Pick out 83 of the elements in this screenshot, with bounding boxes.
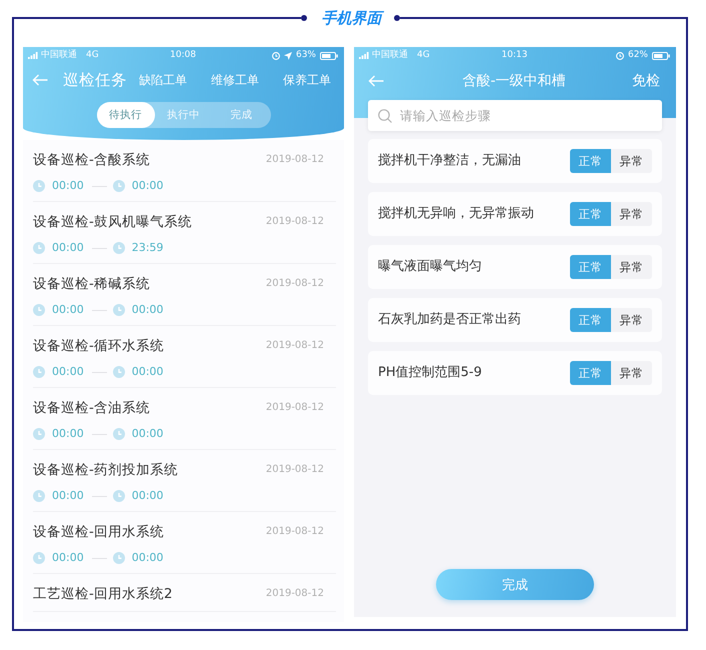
step-label: PH值控制范围5-9 — [378, 365, 482, 381]
status-time: 10:08 — [170, 50, 196, 61]
carrier-name: 中国联通 — [372, 50, 408, 61]
clock-icon — [33, 180, 45, 192]
task-item[interactable]: 设备巡检-含酸系统 2019-08-12 00:00 00:00 — [33, 140, 336, 202]
clock-icon — [33, 304, 45, 316]
end-time: 00:00 — [132, 179, 164, 193]
search-icon — [378, 108, 392, 122]
start-time: 00:00 — [52, 551, 84, 565]
search-input[interactable]: 请输入巡检步骤 — [400, 106, 652, 126]
clock-icon — [112, 428, 125, 440]
end-time: 00:00 — [132, 551, 164, 565]
start-time: 00:00 — [52, 365, 84, 379]
end-time: 00:00 — [132, 427, 164, 441]
back-arrow-icon[interactable] — [32, 74, 48, 86]
task-title: 设备巡检-鼓风机曝气系统 — [33, 213, 192, 231]
status-option[interactable]: 异常 — [611, 361, 652, 385]
task-date: 2019-08-12 — [266, 278, 324, 290]
battery-percent: 62% — [628, 50, 648, 61]
task-date: 2019-08-12 — [266, 402, 324, 414]
status-option[interactable]: 异常 — [611, 308, 652, 332]
status-option[interactable]: 异常 — [611, 149, 652, 173]
search-field[interactable]: 请输入巡检步骤 — [368, 100, 662, 131]
task-date: 2019-08-12 — [266, 464, 324, 476]
clock-icon — [33, 428, 45, 440]
task-date: 2019-08-12 — [266, 526, 324, 538]
status-time: 10:13 — [502, 50, 528, 61]
task-title: 设备巡检-含油系统 — [33, 399, 150, 417]
battery-icon — [320, 52, 338, 60]
step-label: 石灰乳加药是否正常出药 — [378, 312, 521, 328]
clock-icon — [33, 242, 45, 254]
end-time: 00:00 — [132, 303, 164, 317]
status-option[interactable]: 异常 — [611, 255, 652, 279]
task-item[interactable]: 设备巡检-循环水系统 2019-08-12 00:00 00:00 — [33, 326, 336, 388]
clock-icon — [616, 52, 624, 60]
task-title: 设备巡检-药剂投加系统 — [33, 461, 178, 479]
start-time: 00:00 — [52, 241, 84, 255]
task-item[interactable]: 设备巡检-回用水系统 2019-08-12 00:00 00:00 — [33, 512, 336, 574]
task-date: 2019-08-12 — [266, 340, 324, 352]
task-item[interactable]: 工艺巡检-回用水系统2 2019-08-12 — [33, 574, 336, 612]
end-time: 00:00 — [132, 365, 164, 379]
task-item[interactable]: 设备巡检-鼓风机曝气系统 2019-08-12 00:00 23:59 — [33, 202, 336, 264]
clock-icon — [272, 52, 280, 60]
task-item[interactable]: 设备巡检-含油系统 2019-08-12 00:00 00:00 — [33, 388, 336, 450]
task-date: 2019-08-12 — [266, 216, 324, 228]
task-date: 2019-08-12 — [266, 154, 324, 166]
start-time: 00:00 — [52, 489, 84, 503]
screen-title: 含酸-一级中和槽 — [462, 72, 566, 90]
clock-icon — [112, 490, 125, 502]
start-time: 00:00 — [52, 303, 84, 317]
clock-icon — [112, 366, 125, 378]
task-title: 设备巡检-稀碱系统 — [33, 275, 150, 293]
clock-icon — [112, 304, 125, 316]
screen-title: 巡检任务 — [63, 70, 127, 90]
battery-icon — [652, 52, 670, 60]
back-arrow-icon[interactable] — [368, 75, 384, 87]
end-time: 00:00 — [132, 489, 164, 503]
task-title: 设备巡检-循环水系统 — [33, 337, 164, 355]
step-label: 曝气液面曝气均匀 — [378, 259, 482, 275]
status-option[interactable]: 异常 — [611, 202, 652, 226]
clock-icon — [112, 242, 125, 254]
signal-icon — [28, 52, 38, 59]
clock-icon — [33, 490, 45, 502]
start-time: 00:00 — [52, 427, 84, 441]
clock-icon — [33, 552, 45, 564]
step-label: 搅拌机干净整洁，无漏油 — [378, 153, 521, 169]
step-label: 搅拌机无异响，无异常振动 — [378, 206, 534, 222]
carrier-name: 中国联通 — [41, 50, 77, 61]
clock-icon — [112, 180, 125, 192]
task-item[interactable]: 设备巡检-稀碱系统 2019-08-12 00:00 00:00 — [33, 264, 336, 326]
task-title: 工艺巡检-回用水系统2 — [33, 585, 172, 603]
clock-icon — [33, 366, 45, 378]
start-time: 00:00 — [52, 179, 84, 193]
task-date: 2019-08-12 — [266, 588, 324, 600]
clock-icon — [112, 552, 125, 564]
end-time: 23:59 — [132, 241, 164, 255]
battery-percent: 63% — [296, 50, 316, 61]
network-type: 4G — [417, 50, 430, 61]
task-title: 设备巡检-含酸系统 — [33, 151, 150, 169]
task-title: 设备巡检-回用水系统 — [33, 523, 164, 541]
signal-icon — [359, 52, 369, 59]
task-item[interactable]: 设备巡检-药剂投加系统 2019-08-12 00:00 00:00 — [33, 450, 336, 512]
network-type: 4G — [86, 50, 99, 61]
